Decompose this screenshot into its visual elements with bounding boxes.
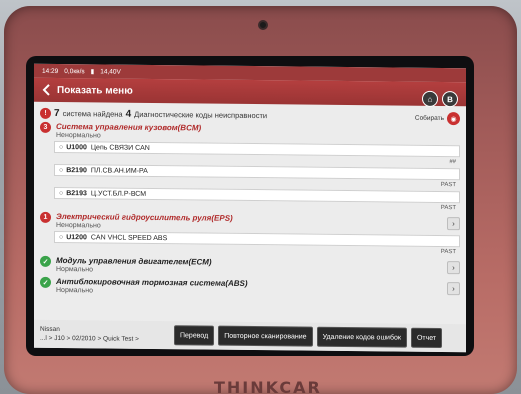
rescan-button[interactable]: Повторное сканирование [218,325,313,347]
breadcrumb: Nissan ...l > J10 > 02/2010 > Quick Test… [40,325,170,344]
battery-icon: ▮ [90,68,95,76]
breadcrumb-path: ...l > J10 > 02/2010 > Quick Test > [40,334,139,343]
footer-bar: Nissan ...l > J10 > 02/2010 > Quick Test… [34,319,466,353]
translate-button[interactable]: Перевод [174,325,215,346]
dtc-code: U1000 [66,143,87,151]
back-arrow-icon[interactable] [40,83,54,97]
status-voltage: 14,40V [100,67,121,76]
ok-check-icon: ✓ [40,255,51,267]
alert-icon: ! [40,107,51,119]
search-icon: ○ [59,189,64,197]
status-net-speed: 0,0кв/s [64,67,85,75]
status-time: 14:29 [42,67,59,75]
report-button[interactable]: Отчет [410,327,443,349]
search-icon: ○ [59,143,64,151]
dtc-code: B2190 [66,166,87,174]
chevron-right-icon[interactable]: › [447,217,460,231]
systems-found-text: система найдена [62,108,123,119]
vci-icon[interactable]: B [442,91,458,108]
dtc-description: Цепь СВЯЗИ CAN [90,143,150,152]
system-item-abs[interactable]: ✓ Антиблокировочная тормозная система(AB… [40,275,460,300]
dtc-description: ПЛ.СВ.АН.ИМ-РА [90,166,148,175]
collect-label: Собирать [414,114,444,123]
dtc-code: B2193 [66,189,87,197]
ok-check-icon: ✓ [40,276,51,288]
chevron-right-icon[interactable]: › [447,261,460,275]
search-icon: ○ [59,233,64,241]
clear-codes-button[interactable]: Удаление кодов ошибок [316,326,407,348]
dtc-description: Ц.УСТ.БЛ.Р-ВСМ [90,189,147,198]
fault-count-badge: 3 [40,121,51,133]
home-icon[interactable]: ⌂ [422,90,438,107]
fault-count-badge: 1 [40,211,51,223]
page-title: Показать меню [57,84,133,97]
dtc-count: 4 [125,108,132,120]
search-icon: ○ [59,166,64,174]
dtc-description: CAN VHCL SPEED ABS [90,233,168,242]
dtc-count-text: Диагностические коды неисправности [134,109,268,120]
dtc-code: U1200 [66,233,87,241]
brand-logo: THINKCAR [214,378,322,394]
camera-icon: ◉ [447,112,460,126]
systems-count: 7 [54,107,60,119]
screen: 14:29 0,0кв/s ▮ 14,40V Показать меню ⌂ B… [34,63,466,353]
camera [258,20,268,30]
chevron-right-icon[interactable]: › [447,282,460,296]
system-list: ! 7 система найдена 4 Диагностические ко… [34,102,466,301]
collect-button[interactable]: Собирать ◉ [414,112,460,126]
